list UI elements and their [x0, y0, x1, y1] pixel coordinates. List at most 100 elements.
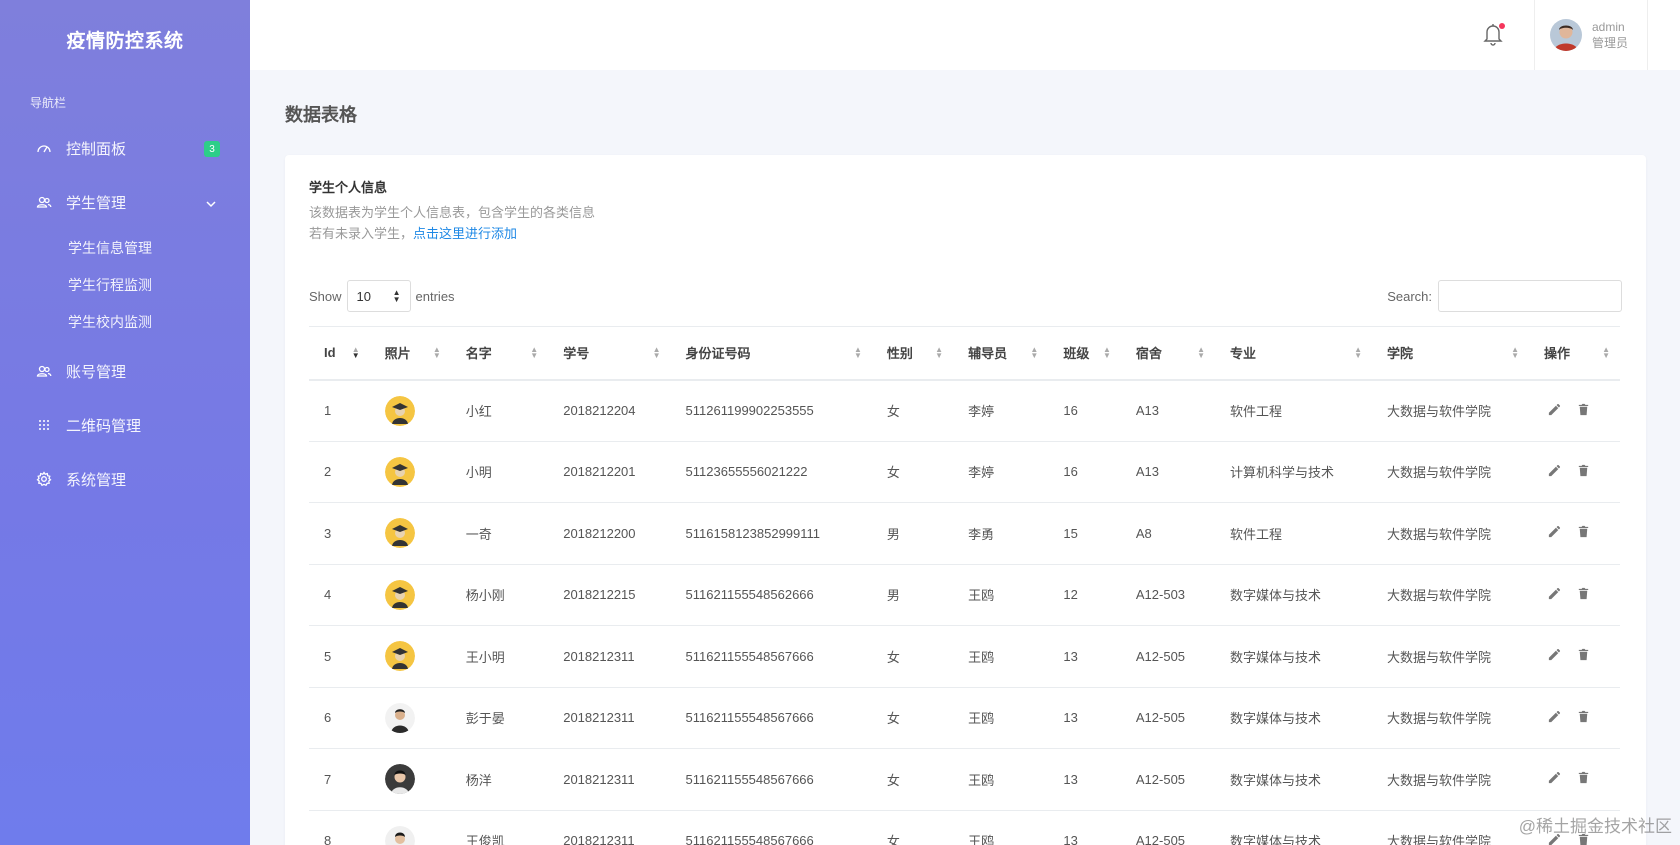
edit-pencil-icon[interactable] — [1547, 463, 1562, 481]
column-header[interactable]: 性别 ▲ ▼ — [872, 327, 953, 380]
cell-actions — [1529, 749, 1620, 811]
column-header[interactable]: 宿舍 ▲ ▼ — [1121, 327, 1215, 380]
delete-trash-icon[interactable] — [1576, 770, 1591, 788]
cell-id: 5 — [324, 648, 332, 664]
delete-trash-icon[interactable] — [1576, 524, 1591, 542]
cell-id-card: 511261199902253555 — [685, 403, 814, 418]
table-header-row: Id ▲ ▼ 照片 ▲ ▼ 名字 ▲ ▼ 学号 ▲ ▼ 身份证号码 ▲ ▼ 性别 ▲ ▼ 辅导员 ▲ ▼ 班级 ▲ ▼ 宿舍 ▲ ▼… — [309, 326, 1620, 380]
graduate-avatar — [384, 518, 415, 549]
user-menu[interactable]: admin 管理员 — [1534, 0, 1648, 70]
column-header[interactable]: 专业 ▲ ▼ — [1215, 327, 1372, 380]
column-header[interactable]: 辅导员 ▲ ▼ — [953, 327, 1048, 380]
cell-photo — [370, 503, 451, 565]
bell-icon[interactable] — [1482, 22, 1508, 48]
users-icon — [36, 363, 52, 379]
top-bar: admin 管理员 — [250, 0, 1680, 70]
cell-dorm: A8 — [1135, 525, 1152, 541]
cell-gender: 女 — [886, 834, 900, 845]
sidebar-item-qrcode-management[interactable]: 二维码管理 — [0, 398, 250, 452]
cell-id-card: 511621155548567666 — [685, 648, 814, 664]
delete-trash-icon[interactable] — [1576, 463, 1591, 481]
cell-name: 王俊凯 — [465, 834, 505, 845]
sort-icon: ▲ ▼ — [1197, 345, 1206, 360]
sort-icon: ▲ ▼ — [432, 345, 441, 360]
cell-id: 3 — [324, 525, 332, 541]
cell-college: 大数据与软件学院 — [1387, 404, 1492, 419]
sort-icon: ▲ ▼ — [652, 345, 661, 360]
cell-id-card: 511621155548562666 — [685, 587, 814, 603]
card-description: 该数据表为学生个人信息表，包含学生的各类信息 若有未录入学生，点击这里进行添加 — [309, 202, 595, 244]
entries-label: entries — [415, 288, 455, 304]
table-row: 7 杨洋 2018212311 511621155548567666 女 王鸥 13 A12-… — [309, 749, 1620, 811]
column-header-label: 宿舍 — [1135, 346, 1162, 362]
cell-college: 大数据与软件学院 — [1387, 649, 1492, 665]
chevron-down-icon — [206, 196, 216, 208]
column-header[interactable]: 操作 ▲ ▼ — [1529, 327, 1620, 380]
graduate-avatar — [384, 395, 415, 426]
cell-id: 7 — [324, 771, 332, 787]
sidebar-item-student-management[interactable]: 学生管理 — [0, 175, 250, 229]
cell-photo — [370, 626, 451, 688]
cell-major: 计算机科学与技术 — [1230, 465, 1335, 481]
column-header[interactable]: 班级 ▲ ▼ — [1048, 327, 1121, 380]
cell-gender: 男 — [886, 588, 900, 604]
sort-icon: ▲ ▼ — [935, 345, 944, 360]
cell-photo — [370, 564, 451, 626]
nav-heading: 导航栏 — [30, 96, 67, 110]
cell-student-number: 2018212311 — [563, 771, 635, 787]
cell-gender: 女 — [886, 772, 900, 788]
column-header[interactable]: 学院 ▲ ▼ — [1372, 327, 1529, 380]
cell-student-number: 2018212200 — [563, 525, 636, 541]
edit-pencil-icon[interactable] — [1547, 524, 1562, 542]
edit-pencil-icon[interactable] — [1547, 709, 1562, 727]
sidebar-subitem-student-travel[interactable]: 学生行程监测 — [0, 266, 250, 303]
sidebar-subitem-student-campus[interactable]: 学生校内监测 — [0, 303, 250, 340]
cell-id: 4 — [324, 587, 332, 603]
column-header-label: 学号 — [563, 346, 590, 362]
sidebar-item-system-management[interactable]: 系统管理 — [0, 452, 250, 506]
entries-select[interactable]: 10 ▲ ▼ — [346, 280, 411, 312]
sidebar-item-account-management[interactable]: 账号管理 — [0, 344, 250, 398]
sidebar-item-dashboard[interactable]: 控制面板 3 — [0, 121, 250, 175]
table-row: 3 一奇 2018212200 5116158123852999111 男 李勇 15 A8 软… — [309, 503, 1620, 565]
edit-pencil-icon[interactable] — [1547, 586, 1562, 604]
cell-class: 12 — [1063, 587, 1078, 603]
edit-pencil-icon[interactable] — [1547, 402, 1562, 420]
sidebar-subitem-student-info[interactable]: 学生信息管理 — [0, 229, 250, 266]
cell-gender: 女 — [886, 465, 900, 481]
person-avatar — [384, 702, 415, 733]
cell-dorm: A12-505 — [1135, 833, 1186, 845]
search-input[interactable] — [1438, 280, 1622, 312]
table-row: 2 小明 2018212201 51123655556021222 女 李婷 16 A13 计算… — [309, 441, 1620, 503]
delete-trash-icon[interactable] — [1576, 647, 1591, 665]
cell-class: 13 — [1063, 710, 1078, 726]
add-student-link[interactable]: 点击这里进行添加 — [413, 226, 517, 241]
search-label: Search: — [1387, 288, 1432, 304]
cell-actions — [1529, 503, 1620, 565]
notification-dot — [1499, 23, 1505, 29]
column-header[interactable]: 名字 ▲ ▼ — [451, 327, 548, 380]
cell-id: 8 — [324, 833, 332, 845]
column-header[interactable]: 学号 ▲ ▼ — [548, 327, 670, 380]
column-header[interactable]: 照片 ▲ ▼ — [370, 327, 451, 380]
delete-trash-icon[interactable] — [1576, 402, 1591, 420]
sort-icon: ▲ ▼ — [1102, 345, 1111, 360]
app-brand[interactable]: 疫情防控系统 — [0, 0, 250, 78]
edit-pencil-icon[interactable] — [1547, 770, 1562, 788]
edit-pencil-icon[interactable] — [1547, 647, 1562, 665]
data-table-card: 学生个人信息 该数据表为学生个人信息表，包含学生的各类信息 若有未录入学生，点击… — [285, 155, 1646, 845]
cell-college: 大数据与软件学院 — [1387, 834, 1492, 845]
cell-student-number: 2018212201 — [563, 464, 636, 480]
cell-name: 杨洋 — [465, 772, 492, 788]
cell-counselor: 王鸥 — [968, 834, 995, 845]
delete-trash-icon[interactable] — [1576, 709, 1591, 727]
delete-trash-icon[interactable] — [1576, 586, 1591, 604]
cell-student-number: 2018212204 — [563, 403, 636, 418]
cell-gender: 女 — [886, 711, 900, 727]
sort-icon: ▲ ▼ — [853, 345, 862, 360]
column-header[interactable]: Id ▲ ▼ — [309, 327, 370, 380]
column-header-label: 性别 — [886, 346, 913, 362]
table-row: 8 王俊凯 2018212311 511621155548567666 女 王鸥 13 A12… — [309, 810, 1620, 845]
cell-counselor: 李勇 — [968, 526, 995, 542]
column-header[interactable]: 身份证号码 ▲ ▼ — [671, 327, 872, 380]
